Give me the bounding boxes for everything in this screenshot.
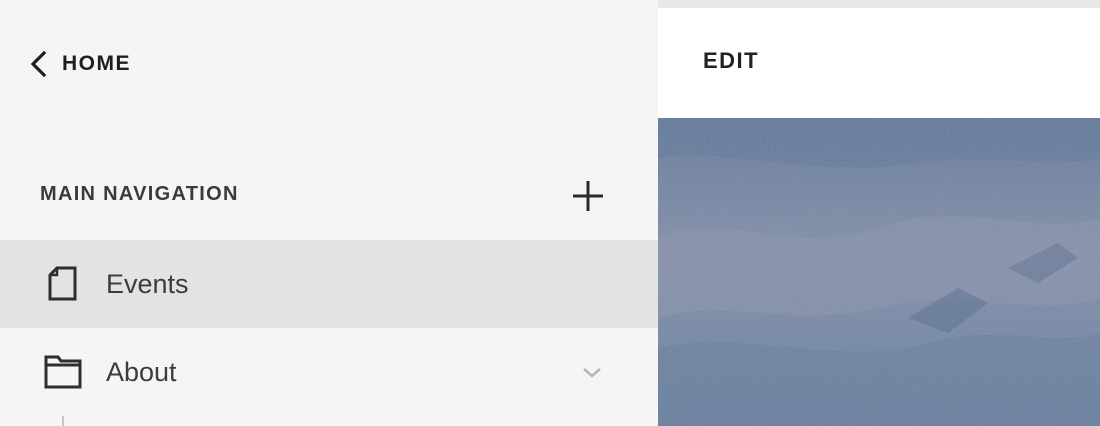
back-home-link[interactable]: HOME (28, 48, 131, 80)
site-preview: EDIT (658, 0, 1100, 426)
chevron-down-icon[interactable] (580, 362, 604, 384)
nav-item-about[interactable]: About (0, 328, 658, 416)
plus-icon[interactable] (570, 178, 606, 214)
sidebar: HOME MAIN NAVIGATION Events About (0, 0, 658, 426)
chevron-left-icon (30, 50, 47, 78)
back-home-label: HOME (62, 52, 131, 75)
landscape-preview-image (658, 118, 1100, 426)
nav-item-label: About (106, 357, 177, 387)
tree-connector-line (62, 416, 64, 426)
folder-icon (44, 355, 82, 389)
main-navigation-heading: MAIN NAVIGATION (40, 183, 239, 205)
nav-item-label: Events (106, 269, 189, 299)
edit-button[interactable]: EDIT (703, 48, 759, 74)
nav-item-events[interactable]: Events (0, 240, 658, 328)
page-icon (48, 266, 77, 301)
preview-header: EDIT (658, 8, 1100, 118)
